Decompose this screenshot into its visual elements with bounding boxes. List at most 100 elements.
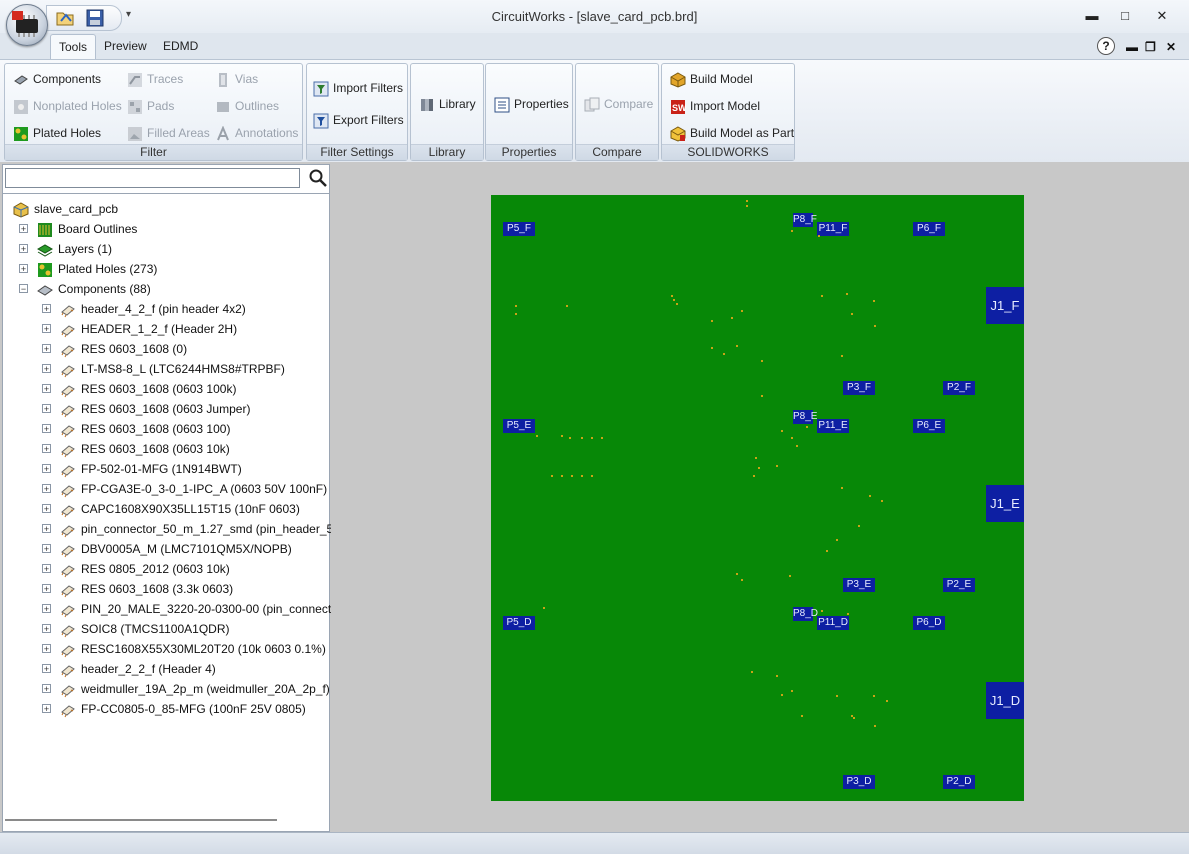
traces-filter-button[interactable]: Traces [127, 68, 183, 90]
properties-button[interactable]: Properties [494, 93, 569, 115]
tab-preview[interactable]: Preview [96, 34, 155, 58]
expand-icon[interactable]: + [42, 344, 51, 354]
tree-item-component[interactable]: + RESC1608X55X30ML20T20 (10k 0603 0.1%) [42, 639, 326, 659]
components-filter-button[interactable]: Components [13, 68, 101, 90]
board-label-p8-d[interactable]: P8_D [793, 607, 818, 621]
nonplated-holes-filter-button[interactable]: Nonplated Holes [13, 95, 122, 117]
mdi-close-button[interactable]: ✕ [1166, 40, 1176, 54]
tree-item-component[interactable]: + LT-MS8-8_L (LTC6244HMS8#TRPBF) [42, 359, 285, 379]
application-button[interactable] [6, 4, 48, 46]
expand-icon[interactable]: + [42, 624, 51, 634]
expand-icon[interactable]: + [42, 684, 51, 694]
tree-item-components[interactable]: − Components (88) [19, 279, 151, 299]
tree-item-component[interactable]: + PIN_20_MALE_3220-20-0300-00 (pin_connec… [42, 599, 355, 619]
expand-icon[interactable]: + [42, 524, 51, 534]
expand-icon[interactable]: + [42, 644, 51, 654]
board-label-p5-d[interactable]: P5_D [503, 616, 535, 630]
tree-item-component[interactable]: + RES 0603_1608 (0) [42, 339, 187, 359]
tree-item-component[interactable]: + RES 0603_1608 (3.3k 0603) [42, 579, 233, 599]
expand-icon[interactable]: + [42, 704, 51, 714]
library-button[interactable]: Library [419, 93, 476, 115]
tree-item-component[interactable]: + header_2_2_f (Header 4) [42, 659, 216, 679]
expand-icon[interactable]: + [42, 404, 51, 414]
expand-icon[interactable]: + [42, 324, 51, 334]
expand-icon[interactable]: + [42, 304, 51, 314]
expand-icon[interactable]: + [19, 244, 28, 254]
tree-item-component[interactable]: + RES 0603_1608 (0603 10k) [42, 439, 230, 459]
tree-item-component[interactable]: + RES 0603_1608 (0603 100k) [42, 379, 236, 399]
tab-tools[interactable]: Tools [50, 34, 97, 59]
expand-icon[interactable]: + [42, 484, 51, 494]
tree-item-component[interactable]: + pin_connector_50_m_1.27_smd (pin_header… [42, 519, 363, 539]
board-label-p6-e[interactable]: P6_E [913, 419, 945, 433]
tree-item-component[interactable]: + DBV0005A_M (LMC7101QM5X/NOPB) [42, 539, 292, 559]
board-label-j1-e[interactable]: J1_E [986, 485, 1024, 522]
board-label-p3-e[interactable]: P3_E [843, 578, 875, 592]
collapse-icon[interactable]: − [19, 284, 28, 294]
tree-item-component[interactable]: + HEADER_1_2_f (Header 2H) [42, 319, 237, 339]
board-label-p8-e[interactable]: P8_E [793, 410, 817, 424]
board-label-p3-f[interactable]: P3_F [843, 381, 875, 395]
board-label-p11-d[interactable]: P11_D [817, 616, 849, 630]
help-icon[interactable]: ? [1097, 37, 1115, 55]
expand-icon[interactable]: + [42, 384, 51, 394]
annotations-filter-button[interactable]: Annotations [215, 122, 298, 144]
plated-holes-filter-button[interactable]: Plated Holes [13, 122, 101, 144]
tree-item-layers[interactable]: + Layers (1) [19, 239, 112, 259]
board-label-p8-f[interactable]: P8_F [793, 213, 817, 227]
tree-item-board-outlines[interactable]: + Board Outlines [19, 219, 137, 239]
tree-item-component[interactable]: + RES 0603_1608 (0603 Jumper) [42, 399, 250, 419]
expand-icon[interactable]: + [42, 604, 51, 614]
build-model-button[interactable]: Build Model [670, 68, 753, 90]
expand-icon[interactable]: + [42, 584, 51, 594]
minimize-button[interactable]: ▬ [1081, 8, 1103, 26]
board-label-p11-e[interactable]: P11_E [817, 419, 849, 433]
mdi-minimize-button[interactable]: ▬ [1126, 40, 1138, 54]
tree-item-plated-holes[interactable]: + Plated Holes (273) [19, 259, 157, 279]
vias-filter-button[interactable]: Vias [215, 68, 258, 90]
mdi-restore-button[interactable]: ❐ [1145, 40, 1156, 54]
board-label-p6-f[interactable]: P6_F [913, 222, 945, 236]
expand-icon[interactable]: + [42, 424, 51, 434]
board-viewport[interactable]: P5_F P8_F P11_F P6_F P3_F P2_F P5_E P8_E P11_E P6… [331, 162, 1189, 832]
board-label-p5-f[interactable]: P5_F [503, 222, 535, 236]
tree-item-component[interactable]: + FP-CGA3E-0_3-0_1-IPC_A (0603 50V 100nF) [42, 479, 327, 499]
tree-root[interactable]: slave_card_pcb [13, 199, 118, 219]
tree-item-component[interactable]: + CAPC1608X90X35LL15T15 (10nF 0603) [42, 499, 300, 519]
import-filters-button[interactable]: Import Filters [313, 77, 403, 99]
export-filters-button[interactable]: Export Filters [313, 109, 404, 131]
expand-icon[interactable]: + [42, 364, 51, 374]
board-label-p2-d[interactable]: P2_D [943, 775, 975, 789]
expand-icon[interactable]: + [42, 444, 51, 454]
search-input[interactable] [5, 168, 300, 188]
tree-item-component[interactable]: + weidmuller_19A_2p_m (weidmuller_20A_2p_… [42, 679, 330, 699]
tree-item-component[interactable]: + RES 0805_2012 (0603 10k) [42, 559, 230, 579]
expand-icon[interactable]: + [42, 564, 51, 574]
board-label-p11-f[interactable]: P11_F [817, 222, 849, 236]
build-model-as-part-button[interactable]: Build Model as Part [670, 122, 794, 144]
outlines-filter-button[interactable]: Outlines [215, 95, 279, 117]
expand-icon[interactable]: + [19, 224, 28, 234]
expand-icon[interactable]: + [42, 464, 51, 474]
pcb-board[interactable]: P5_F P8_F P11_F P6_F P3_F P2_F P5_E P8_E P11_E P6… [491, 195, 1024, 801]
expand-icon[interactable]: + [19, 264, 28, 274]
search-icon[interactable] [309, 169, 327, 190]
tree-item-component[interactable]: + SOIC8 (TMCS1100A1QDR) [42, 619, 229, 639]
horizontal-scrollbar[interactable] [5, 819, 277, 821]
import-model-button[interactable]: SW Import Model [670, 95, 760, 117]
tree-item-component[interactable]: + FP-CC0805-0_85-MFG (100nF 25V 0805) [42, 699, 306, 719]
tree-item-component[interactable]: + FP-502-01-MFG (1N914BWT) [42, 459, 242, 479]
tree-item-component[interactable]: + header_4_2_f (pin header 4x2) [42, 299, 246, 319]
board-label-p6-d[interactable]: P6_D [913, 616, 945, 630]
maximize-button[interactable]: □ [1114, 8, 1136, 26]
tab-edmd[interactable]: EDMD [155, 34, 206, 58]
expand-icon[interactable]: + [42, 664, 51, 674]
expand-icon[interactable]: + [42, 504, 51, 514]
pads-filter-button[interactable]: Pads [127, 95, 174, 117]
board-label-j1-d[interactable]: J1_D [986, 682, 1024, 719]
board-label-p2-f[interactable]: P2_F [943, 381, 975, 395]
board-label-p2-e[interactable]: P2_E [943, 578, 975, 592]
compare-button[interactable]: Compare [584, 93, 653, 115]
tree-item-component[interactable]: + RES 0603_1608 (0603 100) [42, 419, 230, 439]
close-button[interactable]: ✕ [1151, 8, 1173, 26]
